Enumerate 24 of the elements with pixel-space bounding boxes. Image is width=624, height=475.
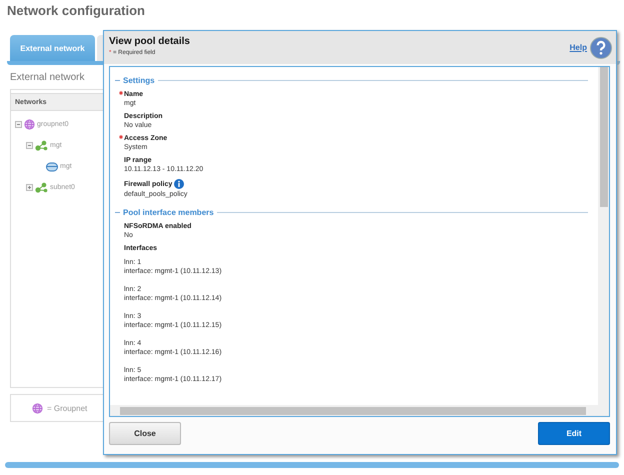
nodes-icon [35,140,48,151]
expander-icon[interactable] [26,142,33,149]
edit-button[interactable]: Edit [538,422,610,445]
required-icon [119,91,123,95]
nodes-icon [35,182,48,193]
page-title: Network configuration [6,2,146,20]
expander-icon[interactable] [15,121,22,128]
required-icon [119,135,123,139]
globe-icon [24,119,35,130]
horizontal-scrollbar[interactable] [110,405,598,416]
section-title: Settings [123,76,155,85]
section-heading: External network [10,72,84,83]
globe-icon [32,402,43,414]
expander-icon[interactable] [26,184,33,191]
database-icon [46,162,58,172]
help-icon[interactable] [590,36,612,58]
vertical-scrollbar[interactable] [598,67,609,405]
section-title: Pool interface members [123,208,214,217]
info-icon[interactable] [174,179,184,189]
legend-label: = Groupnet [47,404,88,412]
dialog-title: View pool details [109,36,190,47]
help-link[interactable]: Help [570,43,587,52]
close-button[interactable]: Close [109,422,181,445]
tab[interactable]: External network [10,35,95,61]
